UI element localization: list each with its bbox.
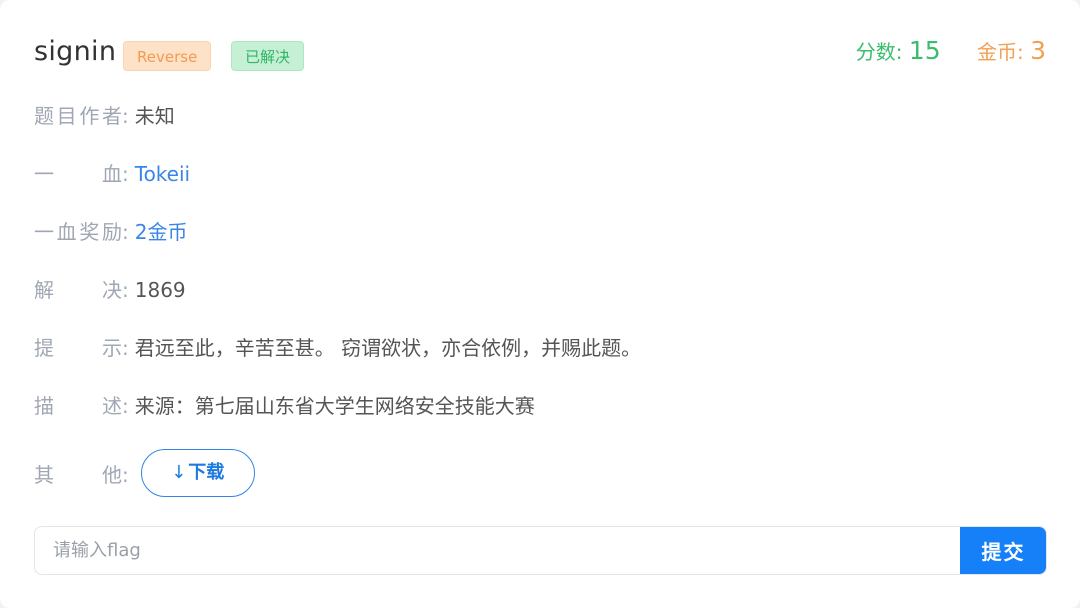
solves-row: 解决: 1869 — [34, 272, 186, 308]
download-arrow-icon: ↓ — [171, 462, 187, 483]
coin-stat: 金币: 3 — [977, 36, 1046, 65]
challenge-card: signin Reverse 已解决 分数: 15 金币: 3 题目作者: 未知 … — [0, 0, 1080, 608]
other-row: 其他: ↓ 下载 — [34, 449, 255, 497]
solves-colon: : — [122, 278, 129, 302]
flag-input[interactable] — [35, 527, 961, 574]
score-value: 15 — [908, 36, 941, 65]
other-colon: : — [122, 462, 129, 487]
submit-button[interactable]: 提交 — [960, 527, 1046, 574]
first-blood-user-link[interactable]: Tokeii — [135, 162, 190, 186]
first-blood-reward-value: 2金币 — [134, 220, 188, 244]
first-blood-colon: : — [122, 162, 129, 186]
coin-label: 金币: — [976, 40, 1024, 64]
description-label: 描述 — [34, 394, 122, 418]
first-blood-label: 一血 — [34, 162, 122, 186]
author-colon: : — [122, 104, 129, 128]
description-colon: : — [122, 394, 129, 418]
score-label: 分数: — [855, 40, 903, 64]
other-label: 其他 — [34, 462, 122, 487]
coin-value: 3 — [1030, 36, 1046, 65]
hint-colon: : — [122, 336, 129, 360]
first-blood-reward-label: 一血奖励 — [34, 220, 122, 244]
hint-text: 君远至此，辛苦至甚。 窃谓欲状，亦合依例，并赐此题。 — [134, 336, 642, 360]
first-blood-reward-colon: : — [122, 220, 129, 244]
score-stat: 分数: 15 — [856, 36, 941, 65]
first-blood-reward-row: 一血奖励: 2金币 — [34, 214, 187, 250]
author-value: 未知 — [134, 104, 175, 128]
author-label: 题目作者 — [34, 104, 122, 128]
challenge-stats: 分数: 15 金币: 3 — [826, 36, 1046, 65]
download-label: 下载 — [188, 462, 225, 483]
download-button[interactable]: ↓ 下载 — [140, 449, 255, 497]
description-text: 来源：第七届山东省大学生网络安全技能大赛 — [134, 394, 535, 418]
description-row: 描述: 来源：第七届山东省大学生网络安全技能大赛 — [34, 388, 535, 424]
flag-submit-bar: 提交 — [34, 526, 1047, 575]
first-blood-row: 一血: Tokeii — [34, 156, 190, 192]
challenge-header: signin Reverse 已解决 分数: 15 金币: 3 — [34, 34, 1046, 74]
author-row: 题目作者: 未知 — [34, 98, 175, 134]
category-tag: Reverse — [123, 41, 212, 71]
hint-label: 提示 — [34, 336, 122, 360]
solves-label: 解决 — [34, 278, 122, 302]
solved-status-badge: 已解决 — [231, 41, 305, 71]
challenge-title: signin — [34, 36, 117, 67]
solves-count: 1869 — [134, 278, 186, 302]
hint-row: 提示: 君远至此，辛苦至甚。 窃谓欲状，亦合依例，并赐此题。 — [34, 330, 641, 366]
